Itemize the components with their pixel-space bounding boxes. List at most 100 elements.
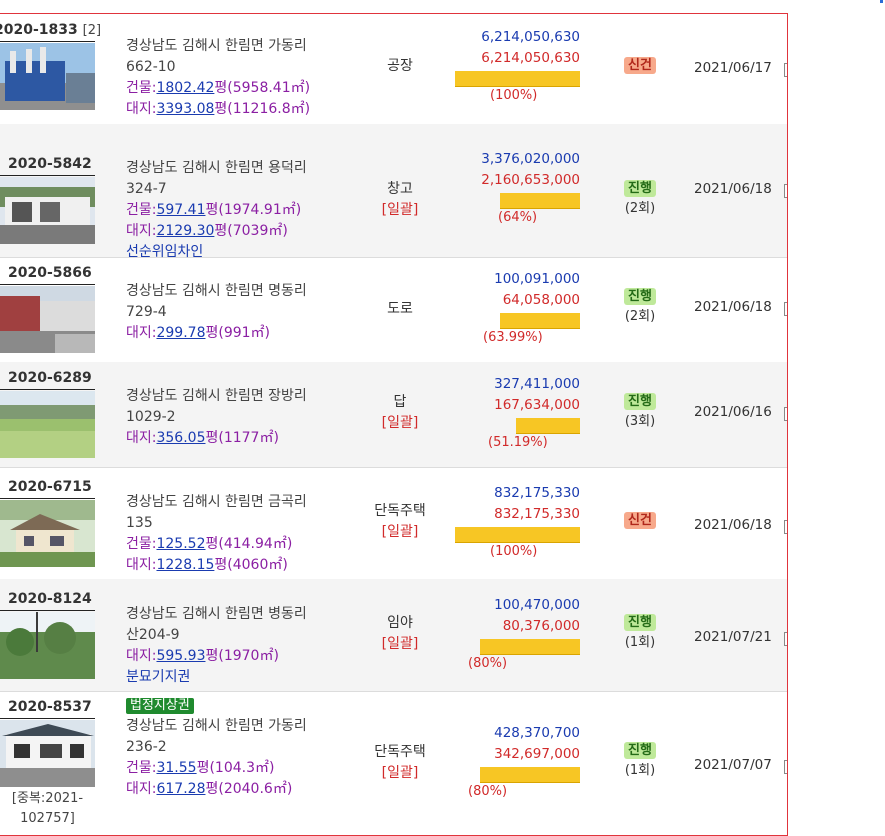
case-number[interactable]: 2020-5842 xyxy=(8,156,103,172)
case-underline xyxy=(0,41,95,42)
property-photo[interactable] xyxy=(0,500,95,567)
address-line-2[interactable]: 662-10 xyxy=(126,57,366,78)
land-area-pyeong[interactable]: 3393.08 xyxy=(156,101,214,117)
auction-row[interactable]: 2020-5866 경상남도 김해시 한림면 명동리 729-4 대지:299.78평… xyxy=(0,257,787,363)
auction-row[interactable]: 2020-5842 경상남도 김해시 한림면 용덕리 324-7 건물:597.41평… xyxy=(0,124,787,260)
auction-row[interactable]: 2020-8124 경상남도 김해시 한림면 병동리 산204-9 대지:595.93… xyxy=(0,579,787,692)
row-select-checkbox[interactable] xyxy=(784,760,787,774)
case-number[interactable]: 2020-8537 xyxy=(8,699,103,715)
property-photo-image xyxy=(0,500,95,567)
land-area: 대지:299.78평(991㎡) xyxy=(126,325,271,341)
auction-row[interactable]: 2020-1833 [2] 경상남도 김해시 한림면 가동리 662-10 건물:18… xyxy=(0,14,787,125)
property-photo-image xyxy=(0,612,95,679)
case-number[interactable]: 2020-5866 xyxy=(8,265,103,281)
case-number[interactable]: 2020-6289 xyxy=(8,370,103,386)
building-area-pyeong[interactable]: 31.55 xyxy=(156,760,196,776)
land-area-pyeong[interactable]: 1228.15 xyxy=(156,557,214,573)
row-select-checkbox[interactable] xyxy=(784,632,787,646)
price-block: 3,376,020,000 2,160,653,000 (64%) xyxy=(450,149,580,225)
property-usage: 답 [일괄] xyxy=(360,392,440,434)
bundle-sale-label: [일괄] xyxy=(381,415,419,431)
case-number-text[interactable]: 2020-5842 xyxy=(8,156,92,172)
land-area-pyeong[interactable]: 299.78 xyxy=(156,325,205,341)
case-underline xyxy=(0,175,95,176)
appraisal-price: 3,376,020,000 xyxy=(481,151,580,167)
case-number[interactable]: 2020-8124 xyxy=(8,591,103,607)
property-photo[interactable] xyxy=(0,391,95,458)
property-photo[interactable] xyxy=(0,43,95,110)
land-area-pyeong[interactable]: 595.93 xyxy=(156,648,205,664)
usage-label: 창고 xyxy=(387,181,413,197)
property-photo-image xyxy=(0,286,95,353)
address-line-1[interactable]: 경상남도 김해시 한림면 병동리 xyxy=(126,604,366,625)
address-line-2[interactable]: 1029-2 xyxy=(126,407,366,428)
auction-date: 2021/06/16 xyxy=(694,404,772,420)
minimum-bid-price: 832,175,330 xyxy=(494,506,580,522)
bid-ratio-percent: (51.19%) xyxy=(488,435,548,450)
land-area-pyeong[interactable]: 356.05 xyxy=(156,430,205,446)
case-number-text[interactable]: 2020-5866 xyxy=(8,265,92,281)
auction-status: 신건 xyxy=(612,56,668,76)
property-photo[interactable] xyxy=(0,286,95,353)
auction-date: 2021/07/07 xyxy=(694,757,772,773)
auction-status: 신건 xyxy=(612,511,668,531)
tag-line: 법정지상권 xyxy=(126,695,366,716)
price-block: 327,411,000 167,634,000 (51.19%) xyxy=(450,374,580,450)
address-line-1[interactable]: 경상남도 김해시 한림면 가동리 xyxy=(126,716,366,737)
bid-ratio: (51.19%) xyxy=(450,416,580,450)
minimum-bid-price: 2,160,653,000 xyxy=(481,172,580,188)
property-photo[interactable] xyxy=(0,720,95,787)
address-line-1[interactable]: 경상남도 김해시 한림면 금곡리 xyxy=(126,492,366,513)
property-info: 경상남도 김해시 한림면 용덕리 324-7 건물:597.41평(1974.91㎡… xyxy=(126,158,366,263)
case-number-text[interactable]: 2020-6289 xyxy=(8,370,92,386)
auction-date: 2021/06/18 xyxy=(694,181,772,197)
land-area: 대지:1228.15평(4060㎡) xyxy=(126,557,288,573)
address-line-1[interactable]: 경상남도 김해시 한림면 장방리 xyxy=(126,386,366,407)
row-select-checkbox[interactable] xyxy=(784,302,787,316)
property-photo[interactable] xyxy=(0,612,95,679)
auction-row[interactable]: 2020-8537 [중복:2021-102757] 법정지상권 경상남도 김해시 한… xyxy=(0,691,787,835)
address-line-2[interactable]: 135 xyxy=(126,513,366,534)
case-number-text[interactable]: 2020-8124 xyxy=(8,591,92,607)
bid-ratio: (80%) xyxy=(450,637,580,671)
land-area-pyeong[interactable]: 2129.30 xyxy=(156,223,214,239)
auction-row[interactable]: 2020-6715 경상남도 김해시 한림면 금곡리 135 건물:125.52평(4… xyxy=(0,467,787,580)
address-line-2[interactable]: 산204-9 xyxy=(126,625,366,646)
auction-status: 진행 (1회) xyxy=(612,741,668,781)
appraisal-price: 832,175,330 xyxy=(494,485,580,501)
bid-ratio-percent: (63.99%) xyxy=(483,330,543,345)
address-line-1[interactable]: 경상남도 김해시 한림면 용덕리 xyxy=(126,158,366,179)
property-info: 법정지상권 경상남도 김해시 한림면 가동리 236-2 건물:31.55평(104.… xyxy=(126,695,366,800)
building-area-pyeong[interactable]: 597.41 xyxy=(156,202,205,218)
address-line-1[interactable]: 경상남도 김해시 한림면 명동리 xyxy=(126,281,366,302)
row-select-checkbox[interactable] xyxy=(784,184,787,198)
row-select-checkbox[interactable] xyxy=(784,63,787,77)
case-number-text[interactable]: 2020-1833 xyxy=(0,22,78,38)
bid-ratio-percent: (80%) xyxy=(468,656,508,671)
row-select-checkbox[interactable] xyxy=(784,407,787,421)
property-info: 경상남도 김해시 한림면 병동리 산204-9 대지:595.93평(1970㎡) 분… xyxy=(126,604,366,688)
building-area-pyeong[interactable]: 1802.42 xyxy=(156,80,214,96)
duplicate-case-note[interactable]: [중복:2021-102757] xyxy=(0,789,95,829)
property-usage: 창고 [일괄] xyxy=(360,179,440,221)
usage-label: 도로 xyxy=(387,301,413,317)
building-area: 건물:597.41평(1974.91㎡) xyxy=(126,202,302,218)
building-area-pyeong[interactable]: 125.52 xyxy=(156,536,205,552)
status-badge: 진행 xyxy=(624,742,656,759)
address-line-2[interactable]: 236-2 xyxy=(126,737,366,758)
case-number-text[interactable]: 2020-8537 xyxy=(8,699,92,715)
auction-row[interactable]: 2020-6289 경상남도 김해시 한림면 장방리 1029-2 대지:356.05… xyxy=(0,362,787,468)
case-number[interactable]: 2020-6715 xyxy=(8,479,103,495)
auction-status: 진행 (3회) xyxy=(612,392,668,432)
address-line-1[interactable]: 경상남도 김해시 한림면 가동리 xyxy=(126,36,366,57)
address-line-2[interactable]: 324-7 xyxy=(126,179,366,200)
address-line-2[interactable]: 729-4 xyxy=(126,302,366,323)
property-photo[interactable] xyxy=(0,177,95,244)
bundle-sale-label: [일괄] xyxy=(381,524,419,540)
property-photo-image xyxy=(0,391,95,458)
land-area-pyeong[interactable]: 617.28 xyxy=(156,781,205,797)
appraisal-price: 100,470,000 xyxy=(494,597,580,613)
case-number-text[interactable]: 2020-6715 xyxy=(8,479,92,495)
case-number[interactable]: 2020-1833 [2] xyxy=(0,22,101,38)
row-select-checkbox[interactable] xyxy=(784,520,787,534)
